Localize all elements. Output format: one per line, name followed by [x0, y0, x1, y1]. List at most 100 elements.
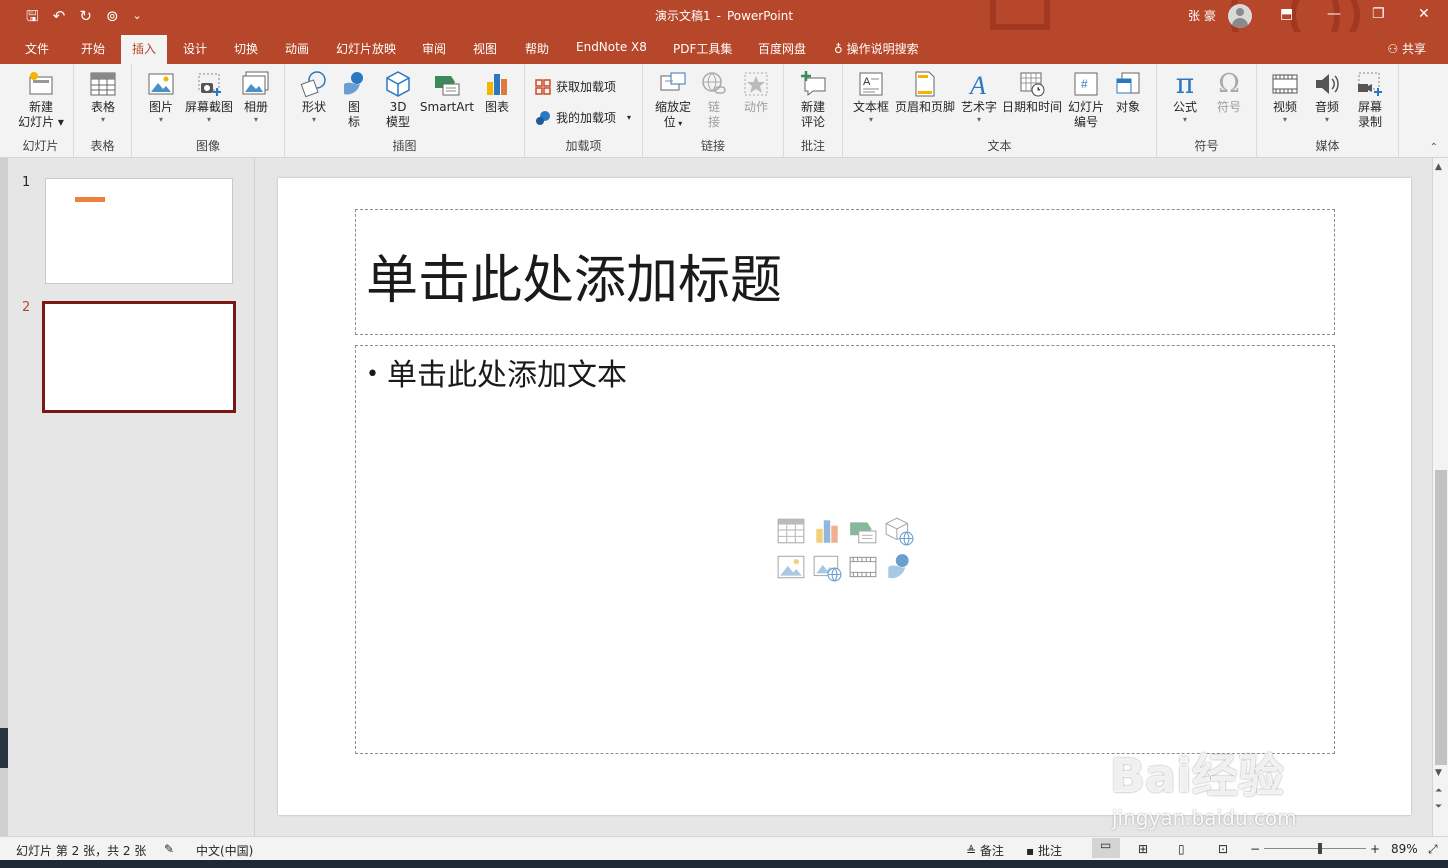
textbox-icon: A — [859, 72, 883, 96]
insert-picture-icon[interactable] — [776, 552, 806, 582]
picture-button[interactable]: 图片 ▾ — [144, 70, 178, 125]
get-addins-button[interactable]: 获取加载项 — [535, 78, 616, 95]
insert-chart-icon[interactable] — [812, 516, 842, 546]
link-globe-icon — [702, 72, 726, 94]
tab-file[interactable]: 文件 — [25, 40, 49, 57]
group-label-text: 文本 — [987, 139, 1012, 153]
tab-endnote[interactable]: EndNote X8 — [576, 40, 647, 54]
next-slide-icon[interactable]: ⏷ — [1435, 802, 1442, 812]
reading-view-icon[interactable]: ▯ — [1178, 842, 1185, 856]
title-placeholder[interactable]: 单击此处添加标题 — [355, 209, 1335, 335]
zoom-out-icon[interactable]: − — [1250, 842, 1260, 856]
zoom-percent[interactable]: 89% — [1391, 842, 1418, 856]
tab-design[interactable]: 设计 — [183, 40, 207, 57]
tab-slideshow[interactable]: 幻灯片放映 — [336, 40, 396, 57]
header-footer-button[interactable]: 页眉和页脚 — [893, 70, 957, 115]
my-addins-button[interactable]: 我的加载项 ▾ — [535, 109, 631, 126]
slide-thumbnail-2[interactable] — [42, 301, 236, 413]
video-film-icon — [1272, 74, 1298, 94]
textbox-button[interactable]: A 文本框 ▾ — [851, 70, 891, 125]
tab-view[interactable]: 视图 — [473, 40, 497, 57]
slideshow-view-icon[interactable]: ⊡ — [1218, 842, 1228, 856]
restore-icon[interactable]: ❐ — [1372, 6, 1385, 22]
new-slide-icon — [29, 72, 53, 95]
vertical-scrollbar[interactable]: ▲ ▼ ⏶ ⏷ — [1432, 158, 1448, 836]
icons-label-1: 图 — [347, 100, 360, 114]
insert-3d-model-icon[interactable] — [884, 516, 914, 546]
tab-animations[interactable]: 动画 — [285, 40, 309, 57]
notes-button[interactable]: ≜ 备注 — [966, 842, 1004, 859]
user-name[interactable]: 张 豪 — [1188, 7, 1216, 24]
group-comments: 新建 评论 批注 — [784, 64, 843, 158]
comments-button[interactable]: ▪ 批注 — [1026, 842, 1062, 859]
scroll-down-arrow-icon[interactable]: ▼ — [1435, 768, 1442, 778]
share-button[interactable]: ⚇ 共享 — [1387, 40, 1426, 57]
slide-sorter-view-icon[interactable]: ⊞ — [1138, 842, 1148, 856]
link-button[interactable]: 链 接 — [697, 70, 731, 130]
zoom-slider[interactable] — [1264, 843, 1366, 854]
slide-number-button[interactable]: # 幻灯片 编号 — [1065, 70, 1107, 130]
taskbar-edge — [0, 728, 8, 768]
group-label-media: 媒体 — [1315, 139, 1340, 153]
symbol-button[interactable]: Ω 符号 — [1211, 70, 1247, 115]
tell-me-label: 操作说明搜索 — [846, 42, 919, 56]
insert-icons-icon[interactable] — [884, 552, 914, 582]
tab-help[interactable]: 帮助 — [525, 40, 549, 57]
new-slide-button[interactable]: 新建 幻灯片 ▾ — [16, 70, 66, 130]
insert-video-icon[interactable] — [848, 552, 878, 582]
3d-models-button[interactable]: 3D 模型 — [381, 70, 415, 130]
new-comment-button[interactable]: 新建 评论 — [794, 70, 832, 130]
insert-table-icon[interactable] — [776, 516, 806, 546]
icons-button[interactable]: 图 标 — [339, 70, 369, 130]
new-comment-label-1: 新建 — [800, 100, 825, 114]
insert-smartart-icon[interactable] — [848, 516, 878, 546]
normal-view-icon: ▭ — [1100, 838, 1112, 852]
previous-slide-icon[interactable]: ⏶ — [1435, 786, 1442, 796]
content-placeholder[interactable]: • 单击此处添加文本 — [355, 345, 1335, 754]
scroll-up-arrow-icon[interactable]: ▲ — [1435, 162, 1442, 172]
tell-me-search[interactable]: ♁ 操作说明搜索 — [834, 40, 919, 57]
tab-transitions[interactable]: 切换 — [234, 40, 258, 57]
zoom-in-icon[interactable]: + — [1370, 842, 1380, 856]
insert-online-picture-icon[interactable] — [812, 552, 842, 582]
ribbon-display-options-icon[interactable]: ⬒ — [1280, 6, 1293, 22]
content-placeholder-text: • 单击此处添加文本 — [366, 350, 627, 394]
tab-home[interactable]: 开始 — [81, 40, 105, 57]
table-button[interactable]: 表格 ▾ — [85, 70, 121, 125]
object-button[interactable]: 对象 — [1109, 70, 1147, 115]
smartart-button[interactable]: SmartArt — [419, 70, 475, 115]
zoom-slider-knob[interactable] — [1318, 843, 1322, 854]
chart-button[interactable]: 图表 — [479, 70, 515, 115]
wordart-button[interactable]: A 艺术字 ▾ — [959, 70, 999, 125]
dropdown-caret-icon: ▾ — [158, 115, 163, 124]
screenshot-button[interactable]: 屏幕截图 ▾ — [182, 70, 236, 125]
tab-insert[interactable]: 插入 — [121, 35, 168, 64]
tab-pdf-tools[interactable]: PDF工具集 — [673, 40, 732, 57]
minimize-icon[interactable]: — — [1327, 6, 1341, 22]
shapes-icon — [300, 71, 326, 98]
fit-to-window-icon[interactable]: ⤢ — [1428, 842, 1438, 857]
equation-button[interactable]: π 公式 ▾ — [1167, 70, 1203, 125]
video-button[interactable]: 视频 ▾ — [1267, 70, 1303, 125]
close-icon[interactable]: ✕ — [1418, 6, 1430, 22]
normal-view-button[interactable]: ▭ — [1092, 838, 1120, 858]
lightbulb-icon: ♁ — [834, 42, 847, 56]
tab-review[interactable]: 审阅 — [422, 40, 446, 57]
avatar[interactable] — [1228, 4, 1252, 28]
scrollbar-thumb[interactable] — [1435, 470, 1447, 765]
shapes-button[interactable]: 形状 ▾ — [297, 70, 331, 125]
action-button[interactable]: 动作 — [737, 70, 775, 115]
accessibility-icon[interactable]: ✎ — [164, 842, 174, 856]
tab-baidu-netdisk[interactable]: 百度网盘 — [758, 40, 806, 57]
group-label-comments: 批注 — [800, 139, 825, 153]
audio-button[interactable]: 音频 ▾ — [1309, 70, 1345, 125]
language-status[interactable]: 中文(中国) — [196, 842, 253, 859]
slide-canvas[interactable]: 单击此处添加标题 • 单击此处添加文本 — [278, 178, 1411, 815]
photo-album-button[interactable]: 相册 ▾ — [238, 70, 274, 125]
status-bar: 幻灯片 第 2 张，共 2 张 ✎ 中文(中国) ≜ 备注 ▪ 批注 ▭ ⊞ ▯… — [0, 836, 1448, 860]
date-time-button[interactable]: 日期和时间 — [1001, 70, 1063, 115]
zoom-button[interactable]: 缩放定 位 ▾ — [651, 70, 695, 131]
slide-thumbnail-1[interactable] — [45, 178, 233, 284]
screen-recording-button[interactable]: 屏幕 录制 — [1351, 70, 1389, 130]
collapse-ribbon-icon[interactable]: ⌃ — [1430, 142, 1438, 153]
